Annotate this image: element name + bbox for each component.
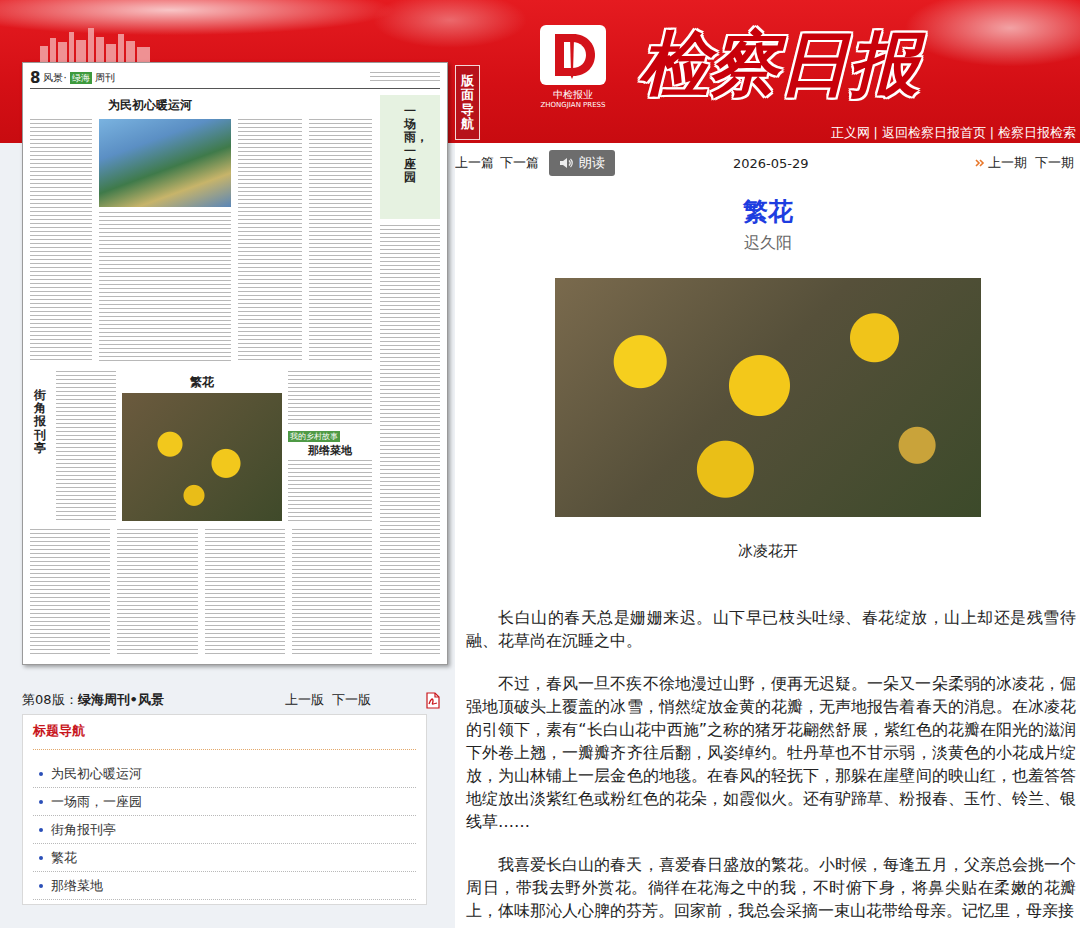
newspaper-title[interactable]: 检察日报 (639, 20, 919, 110)
section-label: 周刊 (95, 71, 115, 85)
bullet-dot (39, 856, 43, 860)
text-lines (117, 529, 197, 657)
text-lines (238, 119, 302, 363)
series-label: 我的乡村故事 (288, 431, 340, 442)
header-meta-lines (370, 72, 440, 84)
column-article[interactable]: 街角报刊亭 (30, 371, 50, 521)
bullet-dot (39, 772, 43, 776)
story-article-title: 那绺菜地 (288, 442, 372, 460)
river-photo (99, 119, 231, 207)
page-info-bar: 第08版：绿海周刊•风景 上一版 下一版 (22, 690, 448, 710)
next-issue-link[interactable]: 下一期 (1035, 154, 1074, 172)
main-area: 8 风景· 绿海 周刊 为民初心暖运河 街角报刊亭 繁花 我的乡村故事 那绺菜地… (0, 62, 1080, 928)
text-lines (30, 529, 110, 657)
page-number: 8 (30, 69, 40, 87)
layout-column: 8 风景· 绿海 周刊 为民初心暖运河 街角报刊亭 繁花 我的乡村故事 那绺菜地… (0, 62, 448, 928)
next-page-link[interactable]: 下一版 (332, 690, 371, 710)
page-name: 第08版：绿海周刊•风景 (22, 690, 164, 710)
speaker-icon (559, 157, 573, 169)
press-logo[interactable]: 中检报业 ZHONGJIAN PRESS (537, 24, 609, 110)
lead-article-title: 为民初心暖运河 (30, 95, 372, 115)
previous-article-link[interactable]: 上一篇 (455, 154, 494, 172)
logo-chinese-text: 中检报业 (553, 88, 593, 101)
article-toolbar: 上一篇 下一篇 朗读 2026-05-29 上一期 下一期 (455, 143, 1080, 176)
article-paragraph: 我喜爱长白山的春天，喜爱春日盛放的繁花。小时候，每逢五月，父亲总会挑一个周日，带… (466, 853, 1076, 922)
page: 中检报业 ZHONGJIAN PRESS 检察日报 正义网| 返回检察日报首页|… (0, 0, 1080, 928)
next-article-link[interactable]: 下一篇 (500, 154, 539, 172)
text-lines (292, 529, 372, 657)
section-name: 风景· (43, 71, 66, 85)
text-lines (288, 371, 372, 425)
title-navigation-heading: 标题导航 (33, 721, 416, 750)
read-aloud-button[interactable]: 朗读 (549, 150, 615, 176)
thumbnail-header: 8 风景· 绿海 周刊 (30, 68, 440, 89)
press-emblem-icon (539, 24, 607, 86)
pdf-icon[interactable] (426, 692, 440, 709)
lead-article[interactable]: 为民初心暖运河 (30, 95, 372, 363)
text-lines (380, 225, 440, 657)
title-navigation-item[interactable]: 那绺菜地 (33, 872, 416, 900)
logo-english-text: ZHONGJIAN PRESS (540, 101, 605, 110)
text-lines (288, 460, 372, 521)
text-lines (30, 119, 92, 363)
photo-caption: 冰凌花开 (455, 541, 1080, 561)
bullet-dot (39, 800, 43, 804)
link-separator: | (874, 124, 878, 141)
section-badge: 绿海 (70, 72, 92, 84)
title-navigation-item[interactable]: 繁花 (33, 844, 416, 872)
feature-article-title: 繁花 (190, 371, 214, 393)
text-lines (56, 371, 116, 521)
article-photo (555, 278, 981, 517)
header-link[interactable]: 检察日报检索 (998, 124, 1076, 141)
text-lines (99, 212, 231, 363)
side-title-box: 一场雨，一座园 (380, 95, 440, 219)
bullet-dot (39, 884, 43, 888)
issue-date: 2026-05-29 (733, 156, 809, 171)
article-panel: 上一篇 下一篇 朗读 2026-05-29 上一期 下一期 繁花 迟久阳 冰凌花… (455, 143, 1080, 928)
side-article[interactable]: 一场雨，一座园 (380, 95, 440, 657)
article-body: 长白山的春天总是姗姗来迟。山下早已枝头吐绿、春花绽放，山上却还是残雪待融、花草尚… (466, 606, 1076, 922)
skyline-icon (40, 28, 150, 62)
header-link[interactable]: 正义网 (831, 124, 870, 141)
article-paragraph: 不过，春风一旦不疾不徐地漫过山野，便再无迟疑。一朵又一朵柔弱的冰凌花，倔强地顶破… (466, 672, 1076, 833)
title-navigation-item[interactable]: 一场雨，一座园 (33, 788, 416, 816)
article-paragraph: 长白山的春天总是姗姗来迟。山下早已枝头吐绿、春花绽放，山上却还是残雪待融、花草尚… (466, 606, 1076, 652)
column-article-title: 街角报刊亭 (34, 389, 46, 521)
title-navigation: 标题导航 为民初心暖运河 一场雨，一座园 街角报刊亭 繁花 那绺菜地 (22, 714, 427, 905)
story-article[interactable]: 我的乡村故事 那绺菜地 (288, 371, 372, 521)
feature-article[interactable]: 繁花 (122, 371, 282, 521)
title-navigation-item[interactable]: 街角报刊亭 (33, 816, 416, 844)
text-lines (309, 119, 373, 363)
layout-navigation-tab[interactable]: 版面导航 (455, 65, 480, 140)
title-navigation-item[interactable]: 为民初心暖运河 (33, 760, 416, 788)
article-column: 版面导航 上一篇 下一篇 朗读 2026-05-29 上一期 下一期 繁花 迟久… (455, 62, 1080, 928)
link-separator: | (990, 124, 994, 141)
flower-photo (122, 393, 282, 521)
side-article-title: 一场雨，一座园 (404, 105, 416, 219)
article-title: 繁花 (455, 195, 1080, 229)
page-thumbnail[interactable]: 8 风景· 绿海 周刊 为民初心暖运河 街角报刊亭 繁花 我的乡村故事 那绺菜地… (22, 62, 448, 665)
previous-issue-link[interactable]: 上一期 (975, 154, 1027, 172)
previous-page-link[interactable]: 上一版 (285, 690, 324, 710)
header-link[interactable]: 返回检察日报首页 (882, 124, 986, 141)
bullet-dot (39, 828, 43, 832)
text-lines (205, 529, 285, 657)
article-author: 迟久阳 (455, 233, 1080, 253)
previous-arrow-icon (975, 158, 985, 168)
